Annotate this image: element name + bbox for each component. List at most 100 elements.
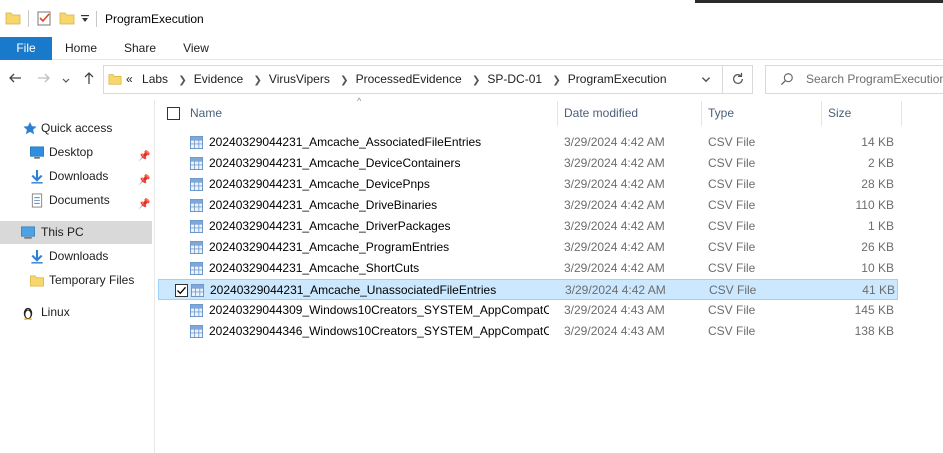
breadcrumb-evidence[interactable]: Evidence	[194, 72, 243, 86]
column-header-type[interactable]: Type	[708, 101, 734, 126]
sidebar-item-downloads[interactable]: Downloads 📌	[0, 165, 152, 188]
properties-icon[interactable]	[36, 10, 52, 26]
file-type: CSV File	[708, 303, 756, 317]
chevron-right-icon[interactable]: ❯	[178, 75, 186, 86]
column-divider[interactable]	[701, 101, 702, 126]
column-header-date-modified[interactable]: Date modified	[564, 101, 638, 126]
refresh-icon	[733, 72, 743, 84]
file-name[interactable]: 20240329044231_Amcache_DriveBinaries	[209, 195, 549, 216]
breadcrumb-labs[interactable]: Labs	[142, 72, 168, 86]
file-size: 26 KB	[861, 240, 894, 254]
chevron-right-icon[interactable]: ❯	[552, 75, 560, 86]
up-arrow-icon	[84, 72, 94, 84]
file-name[interactable]: 20240329044309_Windows10Creators_SYSTEM_…	[209, 300, 549, 321]
sidebar-item-linux[interactable]: Linux	[0, 301, 152, 324]
file-type: CSV File	[709, 283, 757, 297]
file-row[interactable]: 20240329044231_Amcache_DeviceContainers 3…	[158, 153, 898, 174]
file-name[interactable]: 20240329044231_Amcache_AssociatedFileEnt…	[209, 132, 549, 153]
file-type: CSV File	[708, 219, 756, 233]
tab-view[interactable]: View	[172, 37, 220, 60]
title-bar-strip	[695, 0, 943, 3]
breadcrumb-processedevidence[interactable]: ProcessedEvidence	[356, 72, 462, 86]
recent-locations-button[interactable]	[60, 72, 72, 90]
file-type: CSV File	[708, 240, 756, 254]
qa-divider	[28, 10, 29, 27]
breadcrumb-virusvipers[interactable]: VirusVipers	[269, 72, 330, 86]
file-date-modified: 3/29/2024 4:42 AM	[564, 219, 665, 233]
file-row[interactable]: 20240329044309_Windows10Creators_SYSTEM_…	[158, 300, 898, 321]
sidebar-item-label: Downloads	[49, 169, 109, 183]
csv-file-icon	[189, 156, 204, 171]
search-box[interactable]: Search ProgramExecution	[765, 65, 943, 94]
file-name[interactable]: 20240329044231_Amcache_ShortCuts	[209, 258, 549, 279]
file-name[interactable]: 20240329044231_Amcache_UnassociatedFileE…	[210, 280, 550, 301]
select-all-checkbox[interactable]	[167, 107, 180, 120]
file-row[interactable]: 20240329044231_Amcache_DriverPackages 3/2…	[158, 216, 898, 237]
column-divider[interactable]	[557, 101, 558, 126]
tab-file[interactable]: File	[0, 37, 52, 60]
column-header-name[interactable]: Name	[190, 101, 222, 126]
chevron-right-icon[interactable]: ❯	[340, 75, 348, 86]
file-row[interactable]: 20240329044231_Amcache_ProgramEntries 3/2…	[158, 237, 898, 258]
file-size: 10 KB	[861, 261, 894, 275]
back-button[interactable]	[6, 70, 24, 88]
chevron-right-icon[interactable]: ❯	[472, 75, 480, 86]
breadcrumb-sp-dc-01[interactable]: SP-DC-01	[487, 72, 542, 86]
address-history-button[interactable]	[700, 70, 718, 88]
folder-icon	[30, 275, 44, 287]
chevron-right-icon[interactable]: ❯	[254, 75, 262, 86]
sidebar-item-documents[interactable]: Documents 📌	[0, 189, 152, 212]
file-size: 14 KB	[861, 135, 894, 149]
column-header-size[interactable]: Size	[828, 101, 851, 126]
file-size: 28 KB	[861, 177, 894, 191]
penguin-icon	[23, 307, 33, 320]
refresh-button[interactable]	[722, 65, 753, 94]
up-button[interactable]	[80, 70, 98, 88]
file-size: 110 KB	[855, 198, 894, 212]
file-row[interactable]: 20240329044231_Amcache_DriveBinaries 3/29…	[158, 195, 898, 216]
file-name[interactable]: 20240329044231_Amcache_ProgramEntries	[209, 237, 549, 258]
customize-qa-dropdown-icon[interactable]	[80, 14, 90, 24]
file-date-modified: 3/29/2024 4:42 AM	[565, 283, 666, 297]
address-bar[interactable]: « Labs ❯ Evidence ❯ VirusVipers ❯ Processed…	[103, 65, 753, 94]
title-divider	[96, 11, 97, 27]
row-checkbox[interactable]	[175, 284, 188, 297]
sidebar-item-label: Downloads	[49, 249, 109, 263]
breadcrumb-programexecution[interactable]: ProgramExecution	[568, 72, 667, 86]
csv-file-icon	[189, 261, 204, 276]
csv-file-icon	[189, 177, 204, 192]
sidebar-item-temporary-files[interactable]: Temporary Files	[0, 269, 152, 292]
file-row[interactable]: 20240329044231_Amcache_ShortCuts 3/29/202…	[158, 258, 898, 279]
file-row[interactable]: 20240329044346_Windows10Creators_SYSTEM_…	[158, 321, 898, 342]
new-folder-icon[interactable]	[59, 10, 75, 26]
file-row[interactable]: 20240329044231_Amcache_DevicePnps 3/29/20…	[158, 174, 898, 195]
forward-button[interactable]	[35, 70, 53, 88]
file-row[interactable]: 20240329044231_Amcache_UnassociatedFileE…	[158, 279, 898, 300]
sidebar-item-this-pc[interactable]: This PC	[0, 221, 152, 244]
file-name[interactable]: 20240329044231_Amcache_DevicePnps	[209, 174, 549, 195]
documents-icon	[31, 193, 43, 208]
sidebar-item-pc-downloads[interactable]: Downloads	[0, 245, 152, 268]
file-type: CSV File	[708, 135, 756, 149]
sidebar-item-label: Documents	[49, 193, 110, 207]
column-divider[interactable]	[901, 101, 902, 126]
file-size: 138 KB	[854, 324, 894, 338]
checkmark-icon	[177, 286, 186, 295]
column-divider[interactable]	[821, 101, 822, 126]
star-icon	[23, 121, 37, 135]
file-name[interactable]: 20240329044231_Amcache_DeviceContainers	[209, 153, 549, 174]
sidebar-item-quick-access[interactable]: Quick access	[0, 117, 152, 140]
tab-home[interactable]: Home	[56, 37, 106, 60]
csv-file-icon	[189, 303, 204, 318]
breadcrumb-overflow[interactable]: «	[126, 72, 133, 86]
csv-file-icon	[189, 240, 204, 255]
file-date-modified: 3/29/2024 4:43 AM	[564, 303, 665, 317]
file-name[interactable]: 20240329044346_Windows10Creators_SYSTEM_…	[209, 321, 549, 342]
file-type: CSV File	[708, 177, 756, 191]
file-date-modified: 3/29/2024 4:42 AM	[564, 198, 665, 212]
file-row[interactable]: 20240329044231_Amcache_AssociatedFileEnt…	[158, 132, 898, 153]
sidebar-item-desktop[interactable]: Desktop 📌	[0, 141, 152, 164]
tab-share[interactable]: Share	[114, 37, 166, 60]
folder-icon	[5, 12, 21, 25]
file-name[interactable]: 20240329044231_Amcache_DriverPackages	[209, 216, 549, 237]
